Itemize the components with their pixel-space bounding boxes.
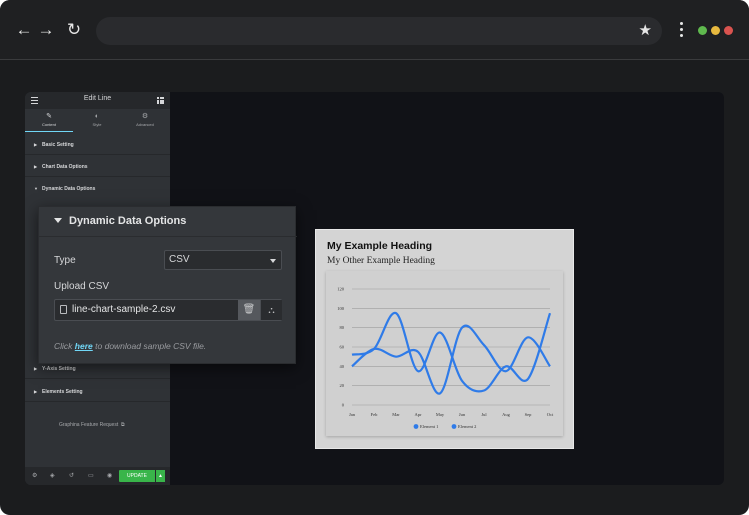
file-icon <box>60 305 67 314</box>
type-label: Type <box>54 255 76 266</box>
section-label: Elements Setting <box>42 389 83 395</box>
x-tick-label: Sep <box>525 412 533 417</box>
history-icon[interactable]: ↺ <box>69 472 74 479</box>
media-library-icon[interactable]: ⛬ <box>260 300 282 320</box>
chart-subheading: My Other Example Heading <box>327 256 435 266</box>
y-tick-label: 100 <box>337 306 345 311</box>
section-label: Dynamic Data Options <box>42 186 96 192</box>
reload-icon[interactable]: ↻ <box>64 20 84 40</box>
contrast-icon: ◐ <box>94 113 100 120</box>
legend-marker-element-2 <box>451 424 457 429</box>
y-tick-label: 40 <box>340 364 345 369</box>
window-dot-red[interactable] <box>724 26 733 35</box>
tab-content[interactable]: ✎ Content <box>25 110 73 132</box>
x-tick-label: Oct <box>547 412 554 417</box>
x-tick-label: Jul <box>481 412 487 417</box>
x-tick-label: Jan <box>349 412 356 417</box>
y-tick-label: 80 <box>340 325 345 330</box>
update-options-caret-icon[interactable]: ▲ <box>156 470 165 482</box>
external-link-icon: ⧉ <box>119 422 125 428</box>
pencil-icon: ✎ <box>46 113 52 120</box>
window-dot-yellow[interactable] <box>711 26 720 35</box>
tab-content-label: Content <box>41 122 56 127</box>
chart-widget-preview[interactable]: My Example Heading My Other Example Head… <box>315 229 574 449</box>
section-label: Chart Data Options <box>42 164 88 170</box>
y-tick-label: 0 <box>342 403 345 408</box>
section-dynamic-data-options[interactable]: ▼ Dynamic Data Options <box>25 179 170 199</box>
x-tick-label: May <box>436 412 445 417</box>
caret-down-icon: ▼ <box>34 186 38 191</box>
address-bar[interactable]: ★ <box>96 17 662 45</box>
download-sample-note: Click here to download sample CSV file. <box>54 341 206 351</box>
x-tick-label: Jun <box>459 412 466 417</box>
tab-advanced[interactable]: ⚙ Advanced <box>121 110 169 132</box>
note-prefix: Click <box>54 341 73 351</box>
legend-marker-element-1 <box>413 424 419 429</box>
y-tick-label: 60 <box>340 345 345 350</box>
update-button[interactable]: UPDATE <box>119 470 155 482</box>
more-icon[interactable] <box>677 22 687 40</box>
star-icon[interactable]: ★ <box>639 21 652 41</box>
line-chart: 0 20 40 60 80 100 120 Jan Feb Mar Apr May Jun Jul Aug S… <box>337 287 554 430</box>
feature-request-label: Graphina Feature Request <box>59 422 119 428</box>
legend-label-element-1: Element 1 <box>420 424 438 429</box>
x-tick-label: Mar <box>392 412 400 417</box>
caret-right-icon: ▶ <box>34 366 38 371</box>
chart-area: 0 20 40 60 80 100 120 Jan Feb Mar Apr May Jun Jul Aug S… <box>326 271 563 436</box>
type-select-value: CSV <box>169 254 190 265</box>
y-tick-label: 20 <box>340 383 345 388</box>
trash-icon[interactable]: 🗑 <box>238 300 260 320</box>
popover-header[interactable]: Dynamic Data Options <box>39 207 297 237</box>
section-elements-setting[interactable]: ▶ Elements Setting <box>25 382 170 402</box>
section-label: Basic Setting <box>42 142 74 148</box>
panel-tabs: ✎ Content ◐ Style ⚙ Advanced <box>25 110 170 132</box>
layers-icon[interactable]: ◈ <box>50 472 55 479</box>
legend-label-element-2: Element 2 <box>458 424 476 429</box>
tab-advanced-label: Advanced <box>136 122 154 127</box>
panel-footer: ⚙ ◈ ↺ ▭ ◉ UPDATE ▲ <box>25 467 170 485</box>
forward-arrow-icon[interactable]: → <box>36 20 56 40</box>
tab-style-label: Style <box>92 122 102 127</box>
caret-right-icon: ▶ <box>34 142 38 147</box>
x-tick-label: Apr <box>415 412 422 417</box>
x-tick-label: Feb <box>371 412 379 417</box>
caret-right-icon: ▶ <box>34 164 38 169</box>
type-select[interactable]: CSV <box>164 250 282 270</box>
browser-window: ← → ↻ ★ Edit Line ✎ Content ◐ Style ⚙ Ad… <box>0 0 749 515</box>
section-label: Y-Axis Setting <box>42 366 76 372</box>
section-chart-data-options[interactable]: ▶ Chart Data Options <box>25 157 170 177</box>
note-suffix: to download sample CSV file. <box>95 341 207 351</box>
window-dot-green[interactable] <box>698 26 707 35</box>
responsive-icon[interactable]: ▭ <box>88 472 94 479</box>
y-tick-label: 120 <box>337 287 345 292</box>
chevron-down-icon <box>270 259 276 263</box>
caret-right-icon: ▶ <box>34 389 38 394</box>
browser-toolbar: ← → ↻ ★ <box>0 0 749 60</box>
preview-eye-icon[interactable]: ◉ <box>107 472 112 479</box>
download-sample-link[interactable]: here <box>75 341 93 351</box>
back-arrow-icon[interactable]: ← <box>14 20 34 40</box>
panel-title: Edit Line <box>83 95 112 102</box>
series-line-element-2 <box>351 312 552 393</box>
upload-csv-label: Upload CSV <box>54 281 110 292</box>
csv-file-field[interactable]: line-chart-sample-2.csv 🗑 ⛬ <box>54 299 282 321</box>
chart-heading: My Example Heading <box>327 240 433 252</box>
csv-file-name: line-chart-sample-2.csv <box>72 304 176 315</box>
panel-header: Edit Line <box>25 92 170 109</box>
caret-down-icon <box>54 218 62 223</box>
x-tick-label: Aug <box>502 412 510 417</box>
popover-title: Dynamic Data Options <box>69 215 187 227</box>
feature-request-link[interactable]: Graphina Feature Request ⧉ <box>59 422 125 428</box>
editor-stage: Edit Line ✎ Content ◐ Style ⚙ Advanced ▶ <box>25 92 724 485</box>
gear-icon: ⚙ <box>141 113 149 120</box>
widgets-grid-icon[interactable] <box>157 97 164 104</box>
settings-icon[interactable]: ⚙ <box>32 472 37 479</box>
dynamic-data-options-popover: Dynamic Data Options Type CSV Upload CSV… <box>38 206 297 364</box>
tab-style[interactable]: ◐ Style <box>73 110 121 132</box>
section-basic-setting[interactable]: ▶ Basic Setting <box>25 135 170 155</box>
